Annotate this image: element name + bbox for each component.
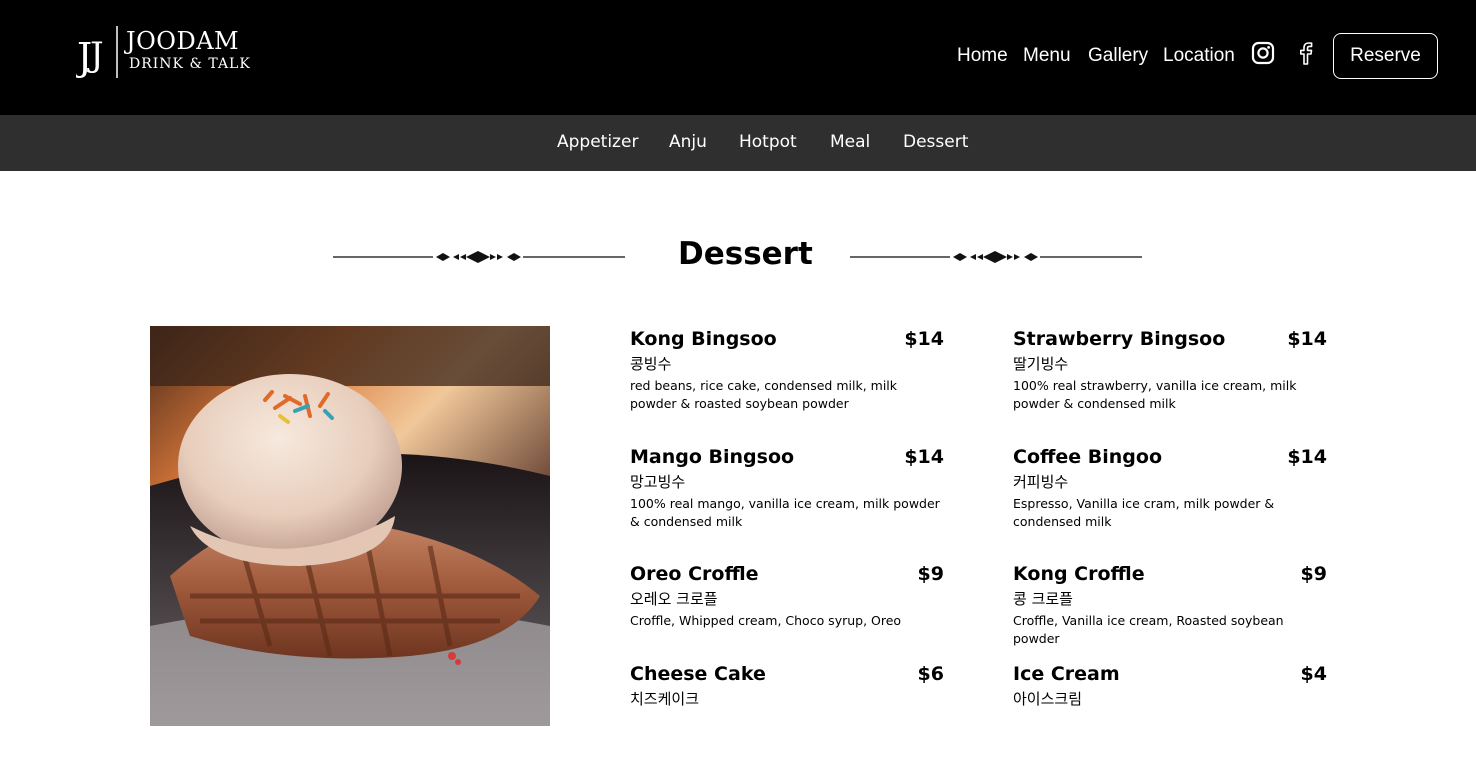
instagram-icon[interactable] xyxy=(1251,41,1275,65)
brand-title: JOODAM xyxy=(126,27,240,55)
item-price: $14 xyxy=(1287,328,1327,350)
category-meal[interactable]: Meal xyxy=(830,132,870,152)
item-description: 100% real mango, vanilla ice cream, milk… xyxy=(630,496,940,529)
item-price: $14 xyxy=(904,446,944,468)
reserve-button[interactable]: Reserve xyxy=(1333,33,1438,79)
menu-item-cheese-cake: Cheese Cake $6 치즈케이크 xyxy=(630,663,944,713)
dessert-photo xyxy=(150,326,550,726)
item-description: Espresso, Vanilla ice cram, milk powder … xyxy=(1013,496,1275,529)
nav-location-link[interactable]: Location xyxy=(1163,45,1235,67)
left-divider-ornament xyxy=(333,251,625,263)
item-korean-name: 콩 크로플 xyxy=(1013,590,1073,608)
item-description: 100% real strawberry, vanilla ice cream,… xyxy=(1013,378,1297,411)
item-price: $4 xyxy=(1300,663,1327,685)
item-name: Kong Bingsoo xyxy=(630,328,777,350)
item-korean-name: 콩빙수 xyxy=(630,355,672,373)
item-name: Strawberry Bingsoo xyxy=(1013,328,1226,350)
item-korean-name: 오레오 크로플 xyxy=(630,590,718,608)
facebook-icon[interactable] xyxy=(1294,41,1318,65)
section-title: Dessert xyxy=(678,236,813,272)
item-price: $14 xyxy=(1287,446,1327,468)
brand-logo[interactable]: J J JOODAM DRINK & TALK xyxy=(76,24,250,80)
item-korean-name: 딸기빙수 xyxy=(1013,355,1069,373)
item-description: red beans, rice cake, condensed milk, mi… xyxy=(630,378,898,411)
item-name: Coffee Bingoo xyxy=(1013,446,1163,468)
menu-item-kong-bingsoo: Kong Bingsoo $14 콩빙수 red beans, rice cak… xyxy=(630,328,944,418)
menu-item-mango-bingsoo: Mango Bingsoo $14 망고빙수 100% real mango, … xyxy=(630,446,944,536)
menu-item-coffee-bingoo: Coffee Bingoo $14 커피빙수 Espresso, Vanilla… xyxy=(1013,446,1327,536)
item-description: Croffle, Vanilla ice cream, Roasted soyb… xyxy=(1013,613,1284,646)
item-korean-name: 치즈케이크 xyxy=(630,690,700,708)
item-price: $6 xyxy=(917,663,944,685)
item-price: $9 xyxy=(917,563,944,585)
item-name: Mango Bingsoo xyxy=(630,446,795,468)
item-name: Kong Croffle xyxy=(1013,563,1145,585)
item-korean-name: 아이스크림 xyxy=(1013,690,1083,708)
right-divider-ornament xyxy=(850,251,1142,263)
svg-text:J: J xyxy=(87,35,104,75)
item-korean-name: 망고빙수 xyxy=(630,473,686,491)
category-appetizer[interactable]: Appetizer xyxy=(557,132,638,152)
item-price: $14 xyxy=(904,328,944,350)
menu-category-bar: Appetizer Anju Hotpot Meal Dessert xyxy=(0,115,1476,171)
category-hotpot[interactable]: Hotpot xyxy=(739,132,797,152)
item-description: Croffle, Whipped cream, Choco syrup, Ore… xyxy=(630,613,902,628)
logo-mark-icon: J J xyxy=(76,26,118,79)
item-name: Ice Cream xyxy=(1013,663,1120,685)
menu-item-kong-croffle: Kong Croffle $9 콩 크로플 Croffle, Vanilla i… xyxy=(1013,563,1327,646)
item-name: Oreo Croffle xyxy=(630,563,759,585)
nav-menu-link[interactable]: Menu xyxy=(1023,45,1071,67)
item-name: Cheese Cake xyxy=(630,663,766,685)
item-korean-name: 커피빙수 xyxy=(1013,473,1069,491)
brand-subtitle: DRINK & TALK xyxy=(129,56,251,72)
category-anju[interactable]: Anju xyxy=(669,132,707,152)
menu-item-strawberry-bingsoo: Strawberry Bingsoo $14 딸기빙수 100% real st… xyxy=(1013,328,1327,418)
top-navbar: J J JOODAM DRINK & TALK Home Menu Galler… xyxy=(0,0,1476,115)
menu-item-oreo-croffle: Oreo Croffle $9 오레오 크로플 Croffle, Whipped… xyxy=(630,563,944,633)
menu-item-ice-cream: Ice Cream $4 아이스크림 xyxy=(1013,663,1327,713)
item-price: $9 xyxy=(1300,563,1327,585)
nav-home-link[interactable]: Home xyxy=(957,45,1008,67)
nav-gallery-link[interactable]: Gallery xyxy=(1088,45,1148,67)
category-dessert[interactable]: Dessert xyxy=(903,132,968,152)
